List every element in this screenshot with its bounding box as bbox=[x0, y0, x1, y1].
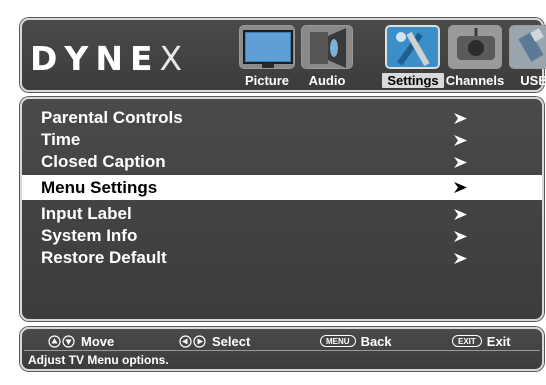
tab-label: Audio bbox=[308, 73, 346, 88]
hint-move: Move bbox=[48, 331, 114, 351]
menu-list: Parental Controls Time Closed Caption Me… bbox=[22, 107, 542, 269]
help-bar: Move Select MENU Back EXIT Exit Adjust T… bbox=[20, 327, 544, 371]
channels-icon bbox=[448, 25, 502, 69]
arrow-right-icon bbox=[454, 253, 467, 264]
tab-label: Picture bbox=[244, 73, 290, 88]
hint-back: MENU Back bbox=[320, 331, 392, 351]
menu-item-label: Menu Settings bbox=[41, 178, 158, 197]
key-hints: Move Select MENU Back EXIT Exit bbox=[22, 331, 542, 351]
tab-settings[interactable]: Settings bbox=[382, 25, 444, 91]
exit-key-icon: EXIT bbox=[452, 335, 482, 347]
logo-letter: X bbox=[159, 39, 183, 78]
divider bbox=[24, 350, 540, 351]
logo-letter: N bbox=[95, 39, 130, 78]
left-right-keys-icon bbox=[179, 334, 206, 348]
hint-label: Exit bbox=[486, 333, 511, 349]
menu-item-label: System Info bbox=[41, 226, 138, 245]
menu-item-parental-controls[interactable]: Parental Controls bbox=[22, 107, 542, 129]
logo-letter: Y bbox=[64, 39, 96, 78]
arrow-right-icon bbox=[454, 231, 467, 242]
usb-icon bbox=[509, 25, 546, 69]
tab-channels[interactable]: Channels bbox=[444, 25, 506, 91]
hint-exit: EXIT Exit bbox=[452, 331, 511, 351]
arrow-right-icon bbox=[454, 113, 467, 124]
menu-item-time[interactable]: Time bbox=[22, 129, 542, 151]
hint-label: Move bbox=[81, 333, 115, 349]
top-bar: D Y N E X Picture Audio Settings Channel… bbox=[20, 18, 546, 92]
tab-usb[interactable]: USB bbox=[507, 25, 546, 91]
menu-item-system-info[interactable]: System Info bbox=[22, 225, 542, 247]
menu-item-label: Parental Controls bbox=[41, 108, 183, 127]
logo-letter: E bbox=[129, 39, 160, 78]
tab-label: USB bbox=[520, 73, 546, 88]
arrow-right-icon bbox=[454, 135, 467, 146]
hint-label: Select bbox=[212, 333, 251, 349]
menu-item-label: Time bbox=[41, 130, 81, 149]
menu-item-input-label[interactable]: Input Label bbox=[22, 203, 542, 225]
tab-picture[interactable]: Picture bbox=[237, 25, 297, 91]
audio-icon bbox=[301, 25, 353, 69]
arrow-right-icon bbox=[454, 182, 467, 193]
menu-item-label: Input Label bbox=[41, 204, 132, 223]
tab-label: Settings bbox=[382, 73, 444, 88]
status-text: Adjust TV Menu options. bbox=[28, 353, 169, 367]
tab-label: Channels bbox=[445, 73, 505, 88]
settings-icon bbox=[385, 25, 440, 69]
arrow-right-icon bbox=[454, 157, 467, 168]
tab-audio[interactable]: Audio bbox=[299, 25, 355, 91]
menu-item-menu-settings[interactable]: Menu Settings bbox=[22, 175, 542, 200]
settings-menu: Parental Controls Time Closed Caption Me… bbox=[20, 97, 544, 321]
arrow-right-icon bbox=[454, 209, 467, 220]
menu-item-restore-default[interactable]: Restore Default bbox=[22, 247, 542, 269]
menu-item-label: Closed Caption bbox=[41, 152, 166, 171]
hint-label: Back bbox=[360, 333, 392, 349]
up-down-keys-icon bbox=[48, 334, 75, 348]
menu-key-icon: MENU bbox=[320, 335, 356, 347]
menu-item-closed-caption[interactable]: Closed Caption bbox=[22, 151, 542, 173]
hint-select: Select bbox=[179, 331, 250, 351]
picture-icon bbox=[239, 25, 295, 69]
logo-letter: D bbox=[30, 39, 65, 78]
dynex-logo: D Y N E X bbox=[30, 39, 182, 78]
menu-item-label: Restore Default bbox=[41, 248, 167, 267]
